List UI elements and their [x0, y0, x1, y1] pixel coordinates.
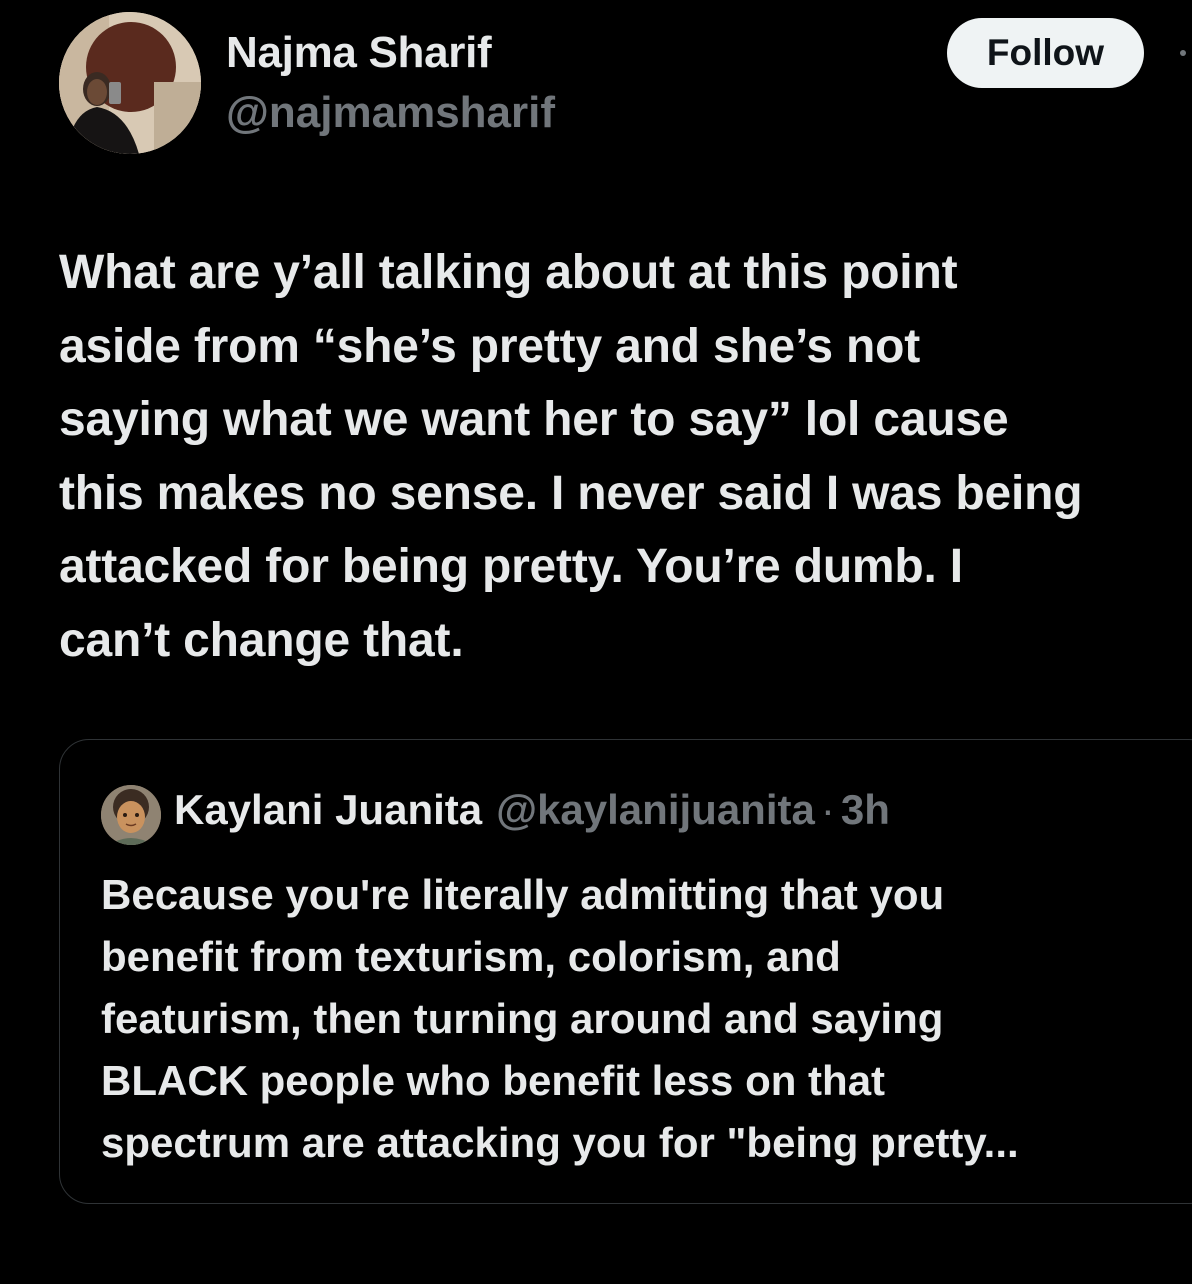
author-avatar[interactable] — [59, 12, 201, 154]
quoted-tweet-card[interactable]: Kaylani Juanita @kaylanijuanita · 3h Bec… — [59, 739, 1192, 1204]
profile-illustration-icon — [101, 785, 161, 845]
quoted-author-avatar[interactable] — [101, 785, 161, 845]
author-name[interactable]: Najma Sharif — [226, 28, 492, 78]
meta-separator: · — [820, 786, 835, 833]
more-dots-icon[interactable] — [1177, 44, 1189, 56]
tweet-text: What are y’all talking about at this poi… — [59, 246, 1083, 667]
tweet-header: Najma Sharif @najmamsharif Follow — [0, 0, 1192, 170]
follow-button[interactable]: Follow — [947, 18, 1144, 88]
quoted-author-handle[interactable]: @kaylanijuanita — [496, 786, 815, 834]
quoted-tweet-text: Because you're literally admitting that … — [101, 871, 1019, 1166]
author-handle[interactable]: @najmamsharif — [226, 88, 555, 138]
profile-photo-icon — [59, 12, 201, 154]
quoted-author-name[interactable]: Kaylani Juanita — [174, 786, 482, 834]
quoted-tweet-time[interactable]: 3h — [841, 786, 890, 834]
quoted-tweet-meta: Kaylani Juanita @kaylanijuanita · 3h — [174, 786, 890, 834]
